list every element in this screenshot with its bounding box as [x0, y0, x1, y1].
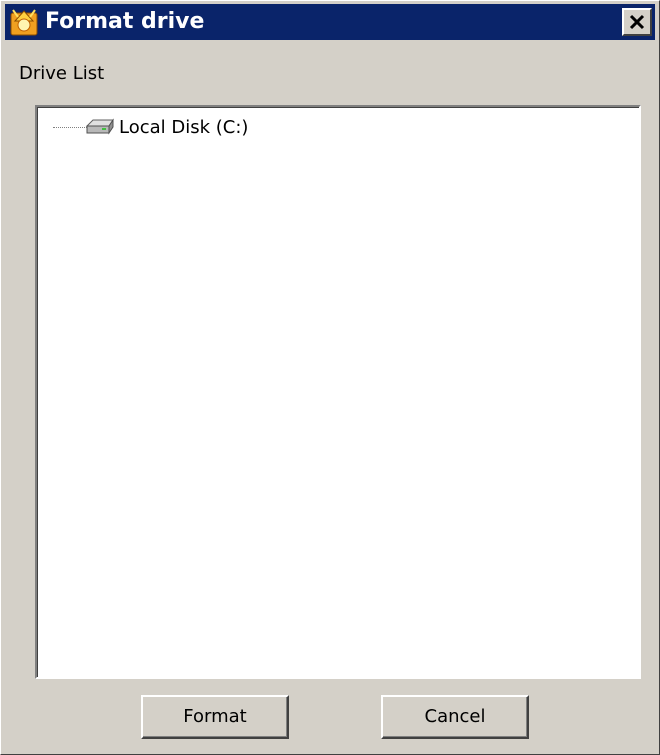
drive-list-tree[interactable]: Local Disk (C:)	[35, 105, 641, 679]
hard-drive-icon	[83, 118, 115, 140]
window-title: Format drive	[45, 9, 205, 34]
tree-item-label: Local Disk (C:)	[119, 117, 249, 138]
drive-list-label: Drive List	[19, 63, 105, 84]
title-bar[interactable]: Format drive	[5, 4, 655, 40]
format-drive-dialog: Format drive Drive List Local Disk (C:)	[0, 0, 660, 755]
format-drive-app-icon	[9, 7, 39, 37]
close-button[interactable]	[622, 8, 652, 36]
format-button[interactable]: Format	[141, 695, 289, 739]
cancel-button[interactable]: Cancel	[381, 695, 529, 739]
tree-connector-line	[53, 127, 87, 128]
